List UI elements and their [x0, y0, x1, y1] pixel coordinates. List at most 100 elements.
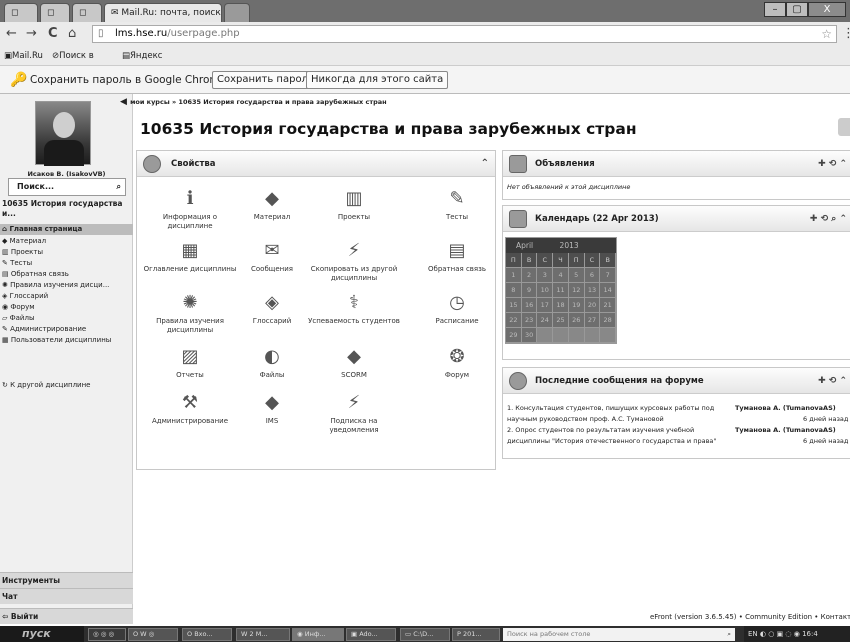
- property-link[interactable]: ❂ Форум: [410, 346, 504, 380]
- calendar-day[interactable]: 28: [600, 313, 617, 328]
- calendar-year[interactable]: 2013: [560, 241, 579, 250]
- calendar-day[interactable]: 19: [568, 298, 585, 313]
- collapse-icon[interactable]: ⌃: [481, 151, 489, 177]
- property-link[interactable]: ▥ Проекты: [307, 188, 401, 222]
- minimize-button[interactable]: –: [764, 2, 786, 17]
- sidebar-item-forum[interactable]: ◉ Форум: [0, 302, 133, 313]
- calendar-day[interactable]: 21: [600, 298, 617, 313]
- search-icon[interactable]: ⌕: [117, 179, 121, 195]
- search-icon[interactable]: ⌕: [727, 628, 731, 641]
- bookmark-mailru[interactable]: ▣ Mail.Ru: [4, 46, 43, 66]
- language-indicator[interactable]: EN: [748, 630, 758, 638]
- calendar-day[interactable]: 16: [521, 298, 538, 313]
- property-link[interactable]: ▨ Отчеты: [143, 346, 237, 380]
- sidebar-item-admin[interactable]: ✎ Администрирование: [0, 324, 133, 335]
- calendar-day[interactable]: 4: [553, 268, 569, 283]
- bookmark-yandex[interactable]: ▤ Яндекс: [122, 46, 162, 66]
- forum-post-title[interactable]: 1. Консультация студентов, пишущих курсо…: [507, 403, 714, 414]
- property-link[interactable]: ⚡ Скопировать из другой дисциплины: [307, 240, 401, 283]
- calendar-day[interactable]: 27: [584, 313, 601, 328]
- calendar-day[interactable]: 17: [537, 298, 554, 313]
- sidebar-item-material[interactable]: ◆ Материал: [0, 236, 133, 247]
- property-link[interactable]: ✉ Сообщения: [225, 240, 319, 274]
- sidebar-item-home[interactable]: ⌂ Главная страница: [0, 224, 133, 235]
- menu-icon[interactable]: ⋮: [842, 25, 850, 43]
- chevron-left-icon[interactable]: ◀: [120, 97, 130, 107]
- save-password-button[interactable]: Сохранить пароль: [212, 71, 319, 89]
- address-bar[interactable]: ▯ lms.hse.ru/userpage.php ☆: [92, 25, 837, 43]
- property-link[interactable]: ▦ Оглавление дисциплины: [143, 240, 237, 274]
- calendar-day[interactable]: 3: [537, 268, 554, 283]
- start-button[interactable]: пуск: [0, 626, 84, 642]
- calendar-day[interactable]: 12: [568, 283, 585, 298]
- calendar-day[interactable]: 11: [553, 283, 569, 298]
- taskbar-button[interactable]: O Вхо...: [182, 628, 232, 641]
- search-input[interactable]: Поиск... ⌕: [8, 178, 126, 196]
- restore-button[interactable]: ▢: [786, 2, 808, 17]
- calendar-day[interactable]: 25: [553, 313, 569, 328]
- bookmark-search[interactable]: ⊘ Поиск в Интернете: [52, 46, 108, 81]
- tray-icons[interactable]: ◐ ○ ▣ ◌ ◉: [760, 630, 802, 638]
- calendar-day[interactable]: 10: [537, 283, 554, 298]
- calendar-day[interactable]: 1: [506, 268, 522, 283]
- calendar-month[interactable]: April: [516, 241, 533, 250]
- forward-arrow-icon[interactable]: →: [26, 25, 37, 43]
- calendar-day[interactable]: 24: [537, 313, 554, 328]
- panel-tools-icon[interactable]: ✚ ⟲ ⌃: [818, 151, 847, 177]
- property-link[interactable]: ▤ Обратная связь: [410, 240, 504, 274]
- close-window-button[interactable]: X: [808, 2, 846, 17]
- calendar-day[interactable]: 26: [568, 313, 585, 328]
- taskbar-button[interactable]: ▣ Ado...: [346, 628, 396, 641]
- sidebar-item-tests[interactable]: ✎ Тесты: [0, 258, 133, 269]
- sidebar-item-glossary[interactable]: ◈ Глоссарий: [0, 291, 133, 302]
- property-link[interactable]: ⚕ Успеваемость студентов: [307, 292, 401, 326]
- property-link[interactable]: ✎ Тесты: [410, 188, 504, 222]
- property-link[interactable]: ◐ Файлы: [225, 346, 319, 380]
- property-link[interactable]: ◆ SCORM: [307, 346, 401, 380]
- forum-post-title[interactable]: дисциплины "История отечественного госуд…: [507, 436, 716, 447]
- property-link[interactable]: ⚒ Администрирование: [143, 392, 237, 426]
- back-arrow-icon[interactable]: ←: [6, 25, 17, 43]
- property-link[interactable]: ℹ Информация о дисциплине: [143, 188, 237, 231]
- calendar-day[interactable]: 18: [553, 298, 569, 313]
- quicklaunch-icons[interactable]: ◎ ◎ ◎: [88, 628, 126, 641]
- home-icon[interactable]: ⌂: [68, 25, 76, 43]
- calendar-day[interactable]: 29: [506, 328, 522, 343]
- calendar-day[interactable]: 9: [521, 283, 538, 298]
- property-link[interactable]: ◆ IMS: [225, 392, 319, 426]
- sidebar-item-files[interactable]: ▱ Файлы: [0, 313, 133, 324]
- property-link[interactable]: ◷ Расписание: [410, 292, 504, 326]
- sidebar-item-feedback[interactable]: ▤ Обратная связь: [0, 269, 133, 280]
- property-link[interactable]: ✺ Правила изучения дисциплины: [143, 292, 237, 335]
- forum-post-title[interactable]: 2. Опрос студентов по результатам изучен…: [507, 425, 694, 436]
- taskbar-button[interactable]: W 2 M...: [236, 628, 290, 641]
- browser-tab[interactable]: ◻: [72, 3, 102, 22]
- logout-link[interactable]: ⇦ Выйти: [0, 608, 133, 624]
- taskbar-button-active[interactable]: ◉ Инф...: [292, 628, 344, 641]
- reload-icon[interactable]: C: [48, 25, 58, 43]
- browser-tab-mailru[interactable]: ✉ Mail.Ru: почта, поиск в инт ×: [104, 3, 222, 22]
- sidebar-other-course-link[interactable]: ↻ К другой дисциплине: [0, 380, 133, 391]
- panel-tools-icon[interactable]: ✚ ⟲ ⌃: [818, 368, 847, 394]
- calendar-day[interactable]: 22: [506, 313, 522, 328]
- sidebar-tools-header[interactable]: Инструменты: [0, 572, 133, 588]
- browser-tab[interactable]: ◻: [4, 3, 38, 22]
- sidebar-item-projects[interactable]: ▥ Проекты: [0, 247, 133, 258]
- desktop-search-input[interactable]: Поиск на рабочем столе ⌕: [503, 628, 735, 641]
- breadcrumb-text[interactable]: мои курсы » 10635 История государства и …: [130, 98, 387, 106]
- taskbar-button[interactable]: P 201...: [452, 628, 500, 641]
- calendar-day[interactable]: 23: [521, 313, 538, 328]
- browser-tab[interactable]: ◻: [40, 3, 70, 22]
- calendar-day[interactable]: 20: [584, 298, 601, 313]
- calendar-day[interactable]: 5: [568, 268, 585, 283]
- quicklaunch-icons[interactable]: O W ◎: [128, 628, 178, 641]
- forum-post-title[interactable]: научным руководством проф. А.С. Туманово…: [507, 414, 664, 425]
- sidebar-item-rules[interactable]: ✺ Правила изучения дисци...: [0, 280, 133, 291]
- property-link[interactable]: ◆ Материал: [225, 188, 319, 222]
- calendar-day[interactable]: 15: [506, 298, 522, 313]
- sidebar-item-users[interactable]: ▦ Пользователи дисциплины: [0, 335, 133, 346]
- bookmark-star-icon[interactable]: ☆: [821, 26, 832, 42]
- panel-tools-icon[interactable]: ✚ ⟲ ⌕ ⌃: [810, 206, 847, 232]
- clock[interactable]: 16:4: [802, 630, 818, 638]
- calendar-day[interactable]: 6: [584, 268, 601, 283]
